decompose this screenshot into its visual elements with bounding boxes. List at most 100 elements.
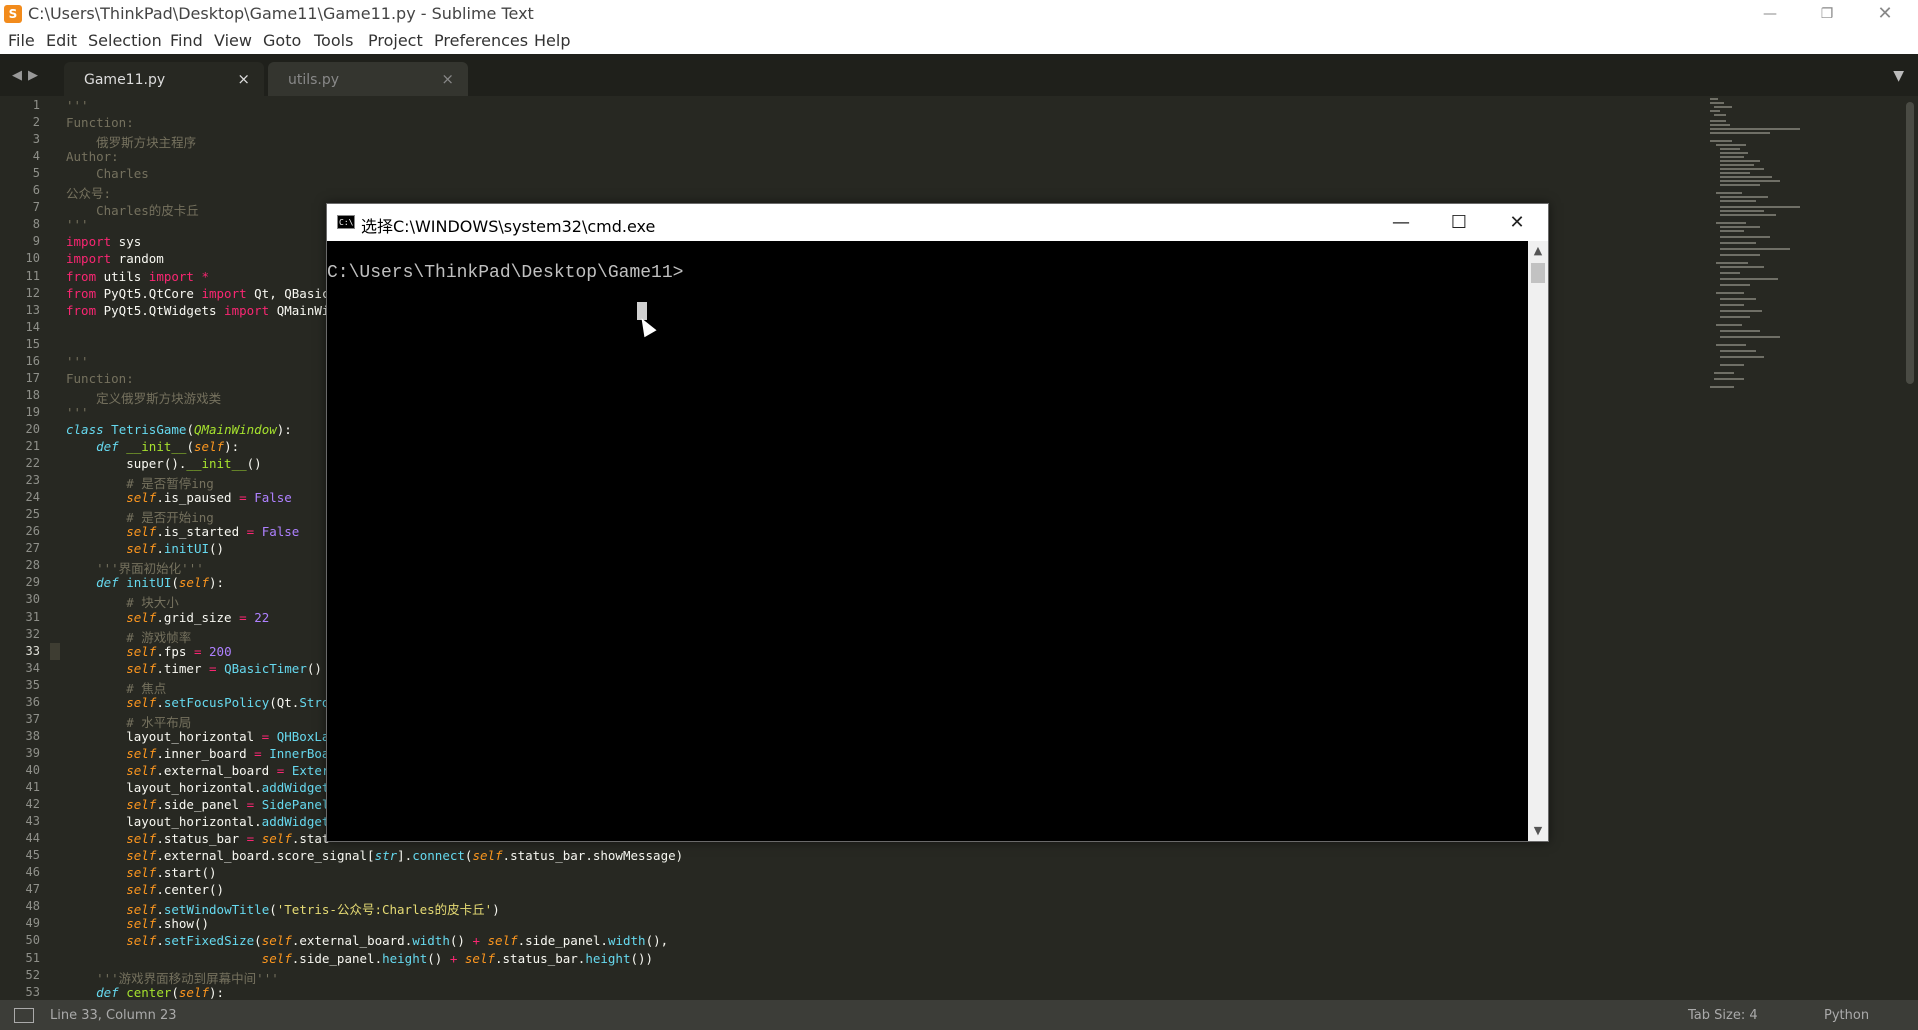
line-number: 21: [25, 439, 40, 453]
line-number: 50: [25, 933, 40, 948]
code-line: layout_horizontal = QHBoxLa: [66, 728, 330, 744]
tab-menu-icon[interactable]: ▼: [1893, 68, 1904, 84]
close-button[interactable]: ✕: [1862, 0, 1908, 28]
code-line: import sys: [66, 234, 142, 250]
code-line: from PyQt5.QtCore import Qt, QBasic: [66, 285, 330, 301]
code-line: self.grid_size = 22: [126, 609, 270, 625]
line-number: 20: [25, 421, 40, 436]
line-number: 31: [25, 609, 40, 624]
code-line: def __init__(self):: [96, 439, 240, 454]
code-line: ''': [66, 353, 89, 369]
cmd-window[interactable]: C:\ 选择C:\WINDOWS\system32\cmd.exe — ☐ ✕ …: [326, 203, 1549, 842]
code-line: import random: [66, 251, 164, 267]
line-number: 15: [25, 336, 40, 351]
editor-scrollbar[interactable]: [1904, 96, 1918, 1000]
tab-game11[interactable]: Game11.py ×: [64, 62, 264, 96]
code-line: ''': [66, 98, 89, 113]
line-number: 33: [25, 643, 40, 658]
line-number: 47: [25, 882, 40, 897]
line-number: 45: [25, 848, 40, 863]
minimap[interactable]: [1710, 96, 1830, 406]
menu-preferences[interactable]: Preferences: [434, 31, 528, 50]
line-number: 4: [32, 149, 40, 164]
tab-label: Game11.py: [84, 72, 166, 88]
menu-help[interactable]: Help: [534, 31, 570, 50]
tab-close-icon[interactable]: ×: [441, 70, 454, 88]
menu-tools[interactable]: Tools: [314, 31, 353, 50]
syntax-mode[interactable]: Python: [1824, 1008, 1869, 1023]
line-number: 18: [25, 387, 40, 402]
line-number: 11: [25, 268, 40, 283]
code-line: self.timer = QBasicTimer(): [126, 660, 322, 676]
restore-button[interactable]: ❐: [1804, 0, 1850, 28]
menu-selection[interactable]: Selection: [88, 31, 162, 50]
code-line: class TetrisGame(QMainWindow):: [66, 421, 292, 437]
scroll-up-icon[interactable]: ▲: [1528, 241, 1548, 261]
line-number: 3: [32, 132, 40, 147]
tab-label: utils.py: [288, 72, 340, 88]
menu-project[interactable]: Project: [368, 31, 423, 50]
line-number: 25: [25, 507, 40, 522]
line-number: 32: [25, 626, 40, 641]
line-number: 34: [25, 660, 40, 675]
line-number: 44: [25, 831, 40, 846]
line-number-gutter: 1 2 3 4 5 6 7 8 9 10 11 12 13 14 15 16 17 18 19 20 21 22 23 24 2…: [0, 96, 50, 1000]
menu-find[interactable]: Find: [170, 31, 203, 50]
code-line: def initUI(self):: [96, 575, 225, 591]
menu-file[interactable]: File: [8, 31, 35, 50]
scroll-down-icon[interactable]: ▼: [1528, 821, 1548, 841]
line-number: 52: [25, 967, 40, 982]
cmd-scrollbar[interactable]: ▲ ▼: [1528, 241, 1548, 841]
line-number: 28: [25, 558, 40, 573]
line-number: 40: [25, 762, 40, 777]
menu-goto[interactable]: Goto: [263, 31, 301, 50]
code-line: layout_horizontal.addWidget: [66, 780, 330, 795]
code-line: self.external_board.score_signal[str].co…: [126, 848, 684, 864]
cmd-scrollbar-thumb[interactable]: [1531, 263, 1545, 283]
line-number: 41: [25, 780, 40, 794]
line-number: 10: [25, 251, 40, 266]
tab-utils[interactable]: utils.py ×: [268, 62, 468, 96]
tab-size[interactable]: Tab Size: 4: [1688, 1008, 1758, 1023]
cmd-maximize-button[interactable]: ☐: [1430, 204, 1488, 241]
code-line: self.side_panel = SidePanel: [126, 797, 330, 813]
minimize-button[interactable]: —: [1747, 0, 1793, 28]
code-line: ''': [66, 217, 89, 233]
code-line: from PyQt5.QtWidgets import QMainWi: [66, 302, 330, 318]
line-number: 51: [25, 950, 40, 965]
line-number: 5: [32, 166, 40, 181]
title-bar: S C:\Users\ThinkPad\Desktop\Game11\Game1…: [0, 0, 1918, 28]
cmd-title-bar[interactable]: C:\ 选择C:\WINDOWS\system32\cmd.exe — ☐ ✕: [327, 204, 1548, 241]
line-number: 7: [32, 200, 40, 215]
line-number: 53: [25, 984, 40, 999]
line-number: 12: [25, 285, 40, 300]
line-number: 27: [25, 541, 40, 556]
cmd-prompt: C:\Users\ThinkPad\Desktop\Game11>: [327, 263, 684, 283]
code-line: self.show(): [126, 916, 210, 932]
cmd-console[interactable]: C:\Users\ThinkPad\Desktop\Game11>: [327, 241, 1528, 841]
line-number: 13: [25, 302, 40, 317]
panel-toggle-icon[interactable]: [14, 1008, 34, 1023]
code-line: self.center(): [126, 882, 225, 898]
line-number: 35: [25, 677, 40, 692]
menu-bar: File Edit Selection Find View Goto Tools…: [0, 28, 1918, 54]
cmd-close-button[interactable]: ✕: [1488, 204, 1546, 241]
sublime-logo-icon: S: [4, 5, 22, 23]
line-number: 23: [25, 473, 40, 488]
line-number: 2: [32, 115, 40, 130]
line-number: 38: [25, 728, 40, 743]
tab-nav-arrows-icon[interactable]: ◀▶: [12, 68, 44, 83]
line-number: 26: [25, 524, 40, 539]
line-number: 24: [25, 490, 40, 505]
line-number: 16: [25, 353, 40, 368]
tab-close-icon[interactable]: ×: [237, 70, 250, 88]
code-line: self.setFocusPolicy(Qt.Stro: [126, 694, 330, 710]
cmd-minimize-button[interactable]: —: [1372, 204, 1430, 241]
code-line: Function:: [66, 115, 134, 131]
menu-view[interactable]: View: [214, 31, 252, 50]
menu-edit[interactable]: Edit: [46, 31, 77, 50]
code-line: self.fps = 200: [126, 643, 232, 659]
line-number: 39: [25, 745, 40, 760]
scrollbar-thumb[interactable]: [1906, 102, 1914, 384]
code-line: self.external_board = Exter: [126, 762, 330, 778]
